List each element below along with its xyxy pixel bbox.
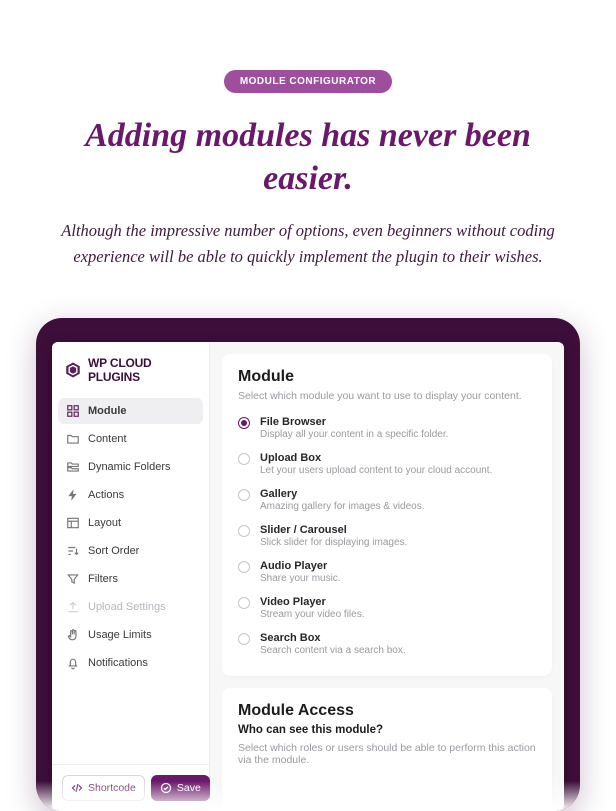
option-sub: Slick slider for displaying images. — [260, 537, 407, 548]
module-panel: Module Select which module you want to u… — [222, 354, 552, 676]
module-option-slider-carousel[interactable]: Slider / CarouselSlick slider for displa… — [238, 520, 536, 556]
sidebar-item-label: Filters — [88, 573, 118, 585]
option-sub: Share your music. — [260, 573, 341, 584]
filter-icon — [66, 572, 80, 586]
option-sub: Display all your content in a specific f… — [260, 429, 448, 440]
option-sub: Let your users upload content to your cl… — [260, 465, 492, 476]
sidebar-item-label: Content — [88, 433, 127, 445]
sidebar-item-upload-settings: Upload Settings — [58, 594, 203, 620]
bell-icon — [66, 656, 80, 670]
module-panel-title: Module — [238, 368, 536, 386]
sidebar: WP CLOUD PLUGINS Module Content Dynamic Fo… — [52, 342, 210, 811]
hero-headline: Adding modules has never been easier. — [48, 115, 568, 200]
save-button[interactable]: Save — [151, 775, 210, 801]
module-option-audio-player[interactable]: Audio PlayerShare your music. — [238, 556, 536, 592]
option-title: Upload Box — [260, 452, 492, 464]
sidebar-item-label: Notifications — [88, 657, 148, 669]
sidebar-item-module[interactable]: Module — [58, 398, 203, 424]
sidebar-item-label: Actions — [88, 489, 124, 501]
bolt-icon — [66, 488, 80, 502]
sort-icon — [66, 544, 80, 558]
hand-icon — [66, 628, 80, 642]
access-panel-desc: Select which roles or users should be ab… — [238, 742, 536, 766]
folder-icon — [66, 432, 80, 446]
code-icon — [71, 782, 83, 794]
upload-icon — [66, 600, 80, 614]
radio-icon — [238, 453, 250, 465]
option-title: Gallery — [260, 488, 425, 500]
brand: WP CLOUD PLUGINS — [52, 342, 209, 396]
nav: Module Content Dynamic Folders Actions Layou… — [52, 396, 209, 680]
sidebar-item-content[interactable]: Content — [58, 426, 203, 452]
option-title: File Browser — [260, 416, 448, 428]
sidebar-item-label: Usage Limits — [88, 629, 152, 641]
module-panel-desc: Select which module you want to use to d… — [238, 390, 536, 402]
app-window: WP CLOUD PLUGINS Module Content Dynamic Fo… — [52, 342, 564, 811]
access-panel: Module Access Who can see this module? S… — [222, 688, 552, 811]
module-option-gallery[interactable]: GalleryAmazing gallery for images & vide… — [238, 484, 536, 520]
brand-text: WP CLOUD PLUGINS — [88, 356, 197, 384]
module-option-file-browser[interactable]: File BrowserDisplay all your content in … — [238, 412, 536, 448]
radio-icon — [238, 633, 250, 645]
option-title: Audio Player — [260, 560, 341, 572]
sidebar-item-label: Upload Settings — [88, 601, 166, 613]
access-panel-title: Module Access — [238, 702, 536, 720]
access-panel-question: Who can see this module? — [238, 724, 536, 736]
sidebar-item-label: Layout — [88, 517, 121, 529]
sidebar-item-label: Sort Order — [88, 545, 139, 557]
radio-icon — [238, 417, 250, 429]
option-title: Search Box — [260, 632, 406, 644]
option-sub: Amazing gallery for images & videos. — [260, 501, 425, 512]
option-sub: Search content via a search box. — [260, 645, 406, 656]
sidebar-item-dynamic-folders[interactable]: Dynamic Folders — [58, 454, 203, 480]
sidebar-item-usage-limits[interactable]: Usage Limits — [58, 622, 203, 648]
hero-subhead: Although the impressive number of option… — [40, 218, 576, 269]
sidebar-item-label: Dynamic Folders — [88, 461, 171, 473]
layout-icon — [66, 516, 80, 530]
option-sub: Stream your video files. — [260, 609, 365, 620]
mock-frame: WP CLOUD PLUGINS Module Content Dynamic Fo… — [36, 318, 580, 811]
sidebar-item-label: Module — [88, 405, 127, 417]
sidebar-item-sort-order[interactable]: Sort Order — [58, 538, 203, 564]
sidebar-item-actions[interactable]: Actions — [58, 482, 203, 508]
module-option-upload-box[interactable]: Upload BoxLet your users upload content … — [238, 448, 536, 484]
option-title: Slider / Carousel — [260, 524, 407, 536]
radio-icon — [238, 561, 250, 573]
sidebar-footer: Shortcode Save — [52, 764, 209, 811]
content: Module Select which module you want to u… — [210, 342, 564, 811]
module-icon — [66, 404, 80, 418]
brand-hex-icon — [64, 361, 82, 379]
sidebar-item-notifications[interactable]: Notifications — [58, 650, 203, 676]
check-circle-icon — [160, 782, 172, 794]
module-options: File BrowserDisplay all your content in … — [238, 412, 536, 664]
shortcode-button[interactable]: Shortcode — [62, 775, 145, 801]
shortcode-label: Shortcode — [88, 782, 136, 794]
radio-icon — [238, 489, 250, 501]
dyn-icon — [66, 460, 80, 474]
hero-pill: MODULE CONFIGURATOR — [224, 70, 392, 93]
radio-icon — [238, 525, 250, 537]
save-label: Save — [177, 782, 201, 794]
sidebar-item-filters[interactable]: Filters — [58, 566, 203, 592]
option-title: Video Player — [260, 596, 365, 608]
module-option-video-player[interactable]: Video PlayerStream your video files. — [238, 592, 536, 628]
module-option-search-box[interactable]: Search BoxSearch content via a search bo… — [238, 628, 536, 664]
sidebar-item-layout[interactable]: Layout — [58, 510, 203, 536]
radio-icon — [238, 597, 250, 609]
